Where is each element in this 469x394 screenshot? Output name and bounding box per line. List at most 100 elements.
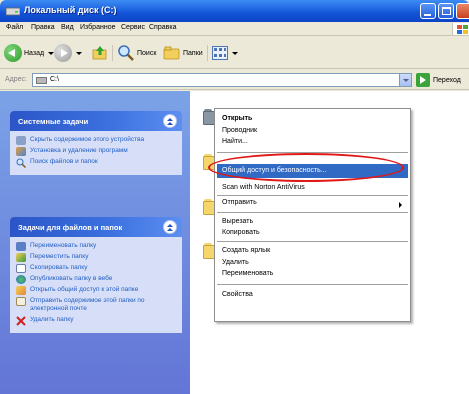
task-label: Переместить папку [30,253,89,260]
task-label: Удалить папку [30,316,74,323]
task-share-folder[interactable]: Открыть общий доступ к этой папке [16,286,176,295]
menu-separator [217,212,408,213]
address-input[interactable]: C:\ [32,73,412,87]
close-button[interactable] [456,3,469,19]
views-button[interactable] [212,43,238,63]
back-arrow-icon [4,44,22,62]
window-title: Локальный диск (C:) [24,5,117,15]
task-label: Скрыть содержимое этого устройства [30,136,145,143]
collapse-icon[interactable] [163,114,177,128]
file-tasks-title: Задачи для файлов и папок [18,223,123,232]
address-label: Адрес: [5,76,27,83]
drive-icon [36,77,47,84]
go-button[interactable]: Переход [416,73,461,87]
menu-item-find[interactable]: Найти... [222,138,248,145]
menu-item-cut[interactable]: Вырезать [222,218,253,225]
task-move-folder[interactable]: Переместить папку [16,253,176,262]
address-bar: Адрес: C:\ Переход [0,70,469,90]
add-remove-programs-icon [16,147,26,156]
go-label: Переход [433,76,461,84]
folders-icon [163,46,180,60]
task-label: Установка и удаление программ [30,147,128,154]
system-tasks-body: Скрыть содержимое этого устройства Устан… [10,131,182,175]
task-rename-folder[interactable]: Переименовать папку [16,242,176,251]
move-icon [16,253,26,262]
menu-view[interactable]: Вид [61,24,74,31]
menu-item-copy[interactable]: Копировать [222,229,260,236]
search-icon [16,158,27,169]
delete-icon [16,316,26,326]
forward-button[interactable] [54,43,82,63]
title-bar[interactable]: Локальный диск (C:) [0,0,469,22]
search-icon [118,45,134,61]
maximize-button[interactable] [438,3,454,19]
up-folder-button[interactable] [92,43,108,63]
menu-bar: Файл Правка Вид Избранное Сервис Справка [0,22,469,36]
task-label: Скопировать папку [30,264,88,271]
menu-item-open[interactable]: Открыть [222,115,252,122]
email-icon [16,297,26,306]
menu-file[interactable]: Файл [6,24,23,31]
task-label: Поиск файлов и папок [30,158,98,165]
drive-icon [6,7,20,16]
task-search-files[interactable]: Поиск файлов и папок [16,158,176,169]
menu-tools[interactable]: Сервис [121,24,145,31]
hide-contents-icon [16,136,26,145]
back-button[interactable]: Назад [4,43,55,63]
minimize-button[interactable] [420,3,436,19]
task-add-remove-programs[interactable]: Установка и удаление программ [16,147,176,156]
file-tasks-header[interactable]: Задачи для файлов и папок [10,217,182,237]
annotation-oval [208,153,404,182]
file-tasks-panel: Задачи для файлов и папок Переименовать … [10,217,182,333]
submenu-arrow-icon [399,202,402,208]
task-copy-folder[interactable]: Скопировать папку [16,264,176,273]
toolbar: Назад Поиск Папки [0,37,469,69]
up-folder-icon [92,46,107,60]
system-tasks-panel: Системные задачи Скрыть содержимое этого… [10,111,182,175]
menu-help[interactable]: Справка [149,24,176,31]
collapse-icon[interactable] [163,220,177,234]
system-tasks-title: Системные задачи [18,117,89,126]
menu-item-explorer[interactable]: Проводник [222,127,257,134]
rename-icon [16,242,26,251]
menu-item-send-to[interactable]: Отправить [222,199,257,206]
search-label: Поиск [137,49,157,57]
menu-item-norton-scan[interactable]: Scan with Norton AntiVirus [222,184,305,191]
folders-button[interactable]: Папки [163,43,203,63]
task-publish-web[interactable]: Опубликовать папку в вебе [16,275,176,284]
share-icon [16,286,26,295]
task-label: Отправить содержимое этой папки по элект… [30,297,145,312]
address-dropdown-button[interactable] [399,74,411,86]
toolbar-separator [207,45,208,61]
file-tasks-body: Переименовать папку Переместить папку Ск… [10,237,182,333]
search-button[interactable]: Поиск [117,43,156,63]
task-pane: Системные задачи Скрыть содержимое этого… [0,91,190,394]
task-email-folder[interactable]: Отправить содержимое этой папки по элект… [16,297,176,313]
menu-item-create-shortcut[interactable]: Создать ярлык [222,247,270,254]
menu-separator [217,284,408,285]
context-menu: Открыть Проводник Найти... Общий доступ … [214,108,411,322]
menu-item-delete[interactable]: Удалить [222,259,249,266]
menu-separator [217,195,408,196]
globe-icon [16,275,26,284]
back-label: Назад [24,49,45,57]
menu-favorites[interactable]: Избранное [80,24,115,31]
chevron-down-icon[interactable] [232,51,238,55]
menu-item-rename[interactable]: Переименовать [222,270,273,277]
menu-separator [217,241,408,242]
task-delete-folder[interactable]: Удалить папку [16,316,176,326]
chevron-down-icon [403,79,409,82]
copy-icon [16,264,26,273]
menu-item-properties[interactable]: Свойства [222,291,253,298]
task-hide-contents[interactable]: Скрыть содержимое этого устройства [16,136,176,145]
address-value: C:\ [50,76,59,83]
task-label: Открыть общий доступ к этой папке [30,286,139,293]
explorer-window: Локальный диск (C:) Файл Правка Вид Избр… [0,0,469,394]
task-label: Переименовать папку [30,242,97,249]
chevron-down-icon[interactable] [76,51,82,55]
task-label: Опубликовать папку в вебе [30,275,113,282]
menu-edit[interactable]: Правка [31,24,55,31]
views-icon [212,46,228,60]
toolbar-separator [112,45,113,61]
system-tasks-header[interactable]: Системные задачи [10,111,182,131]
